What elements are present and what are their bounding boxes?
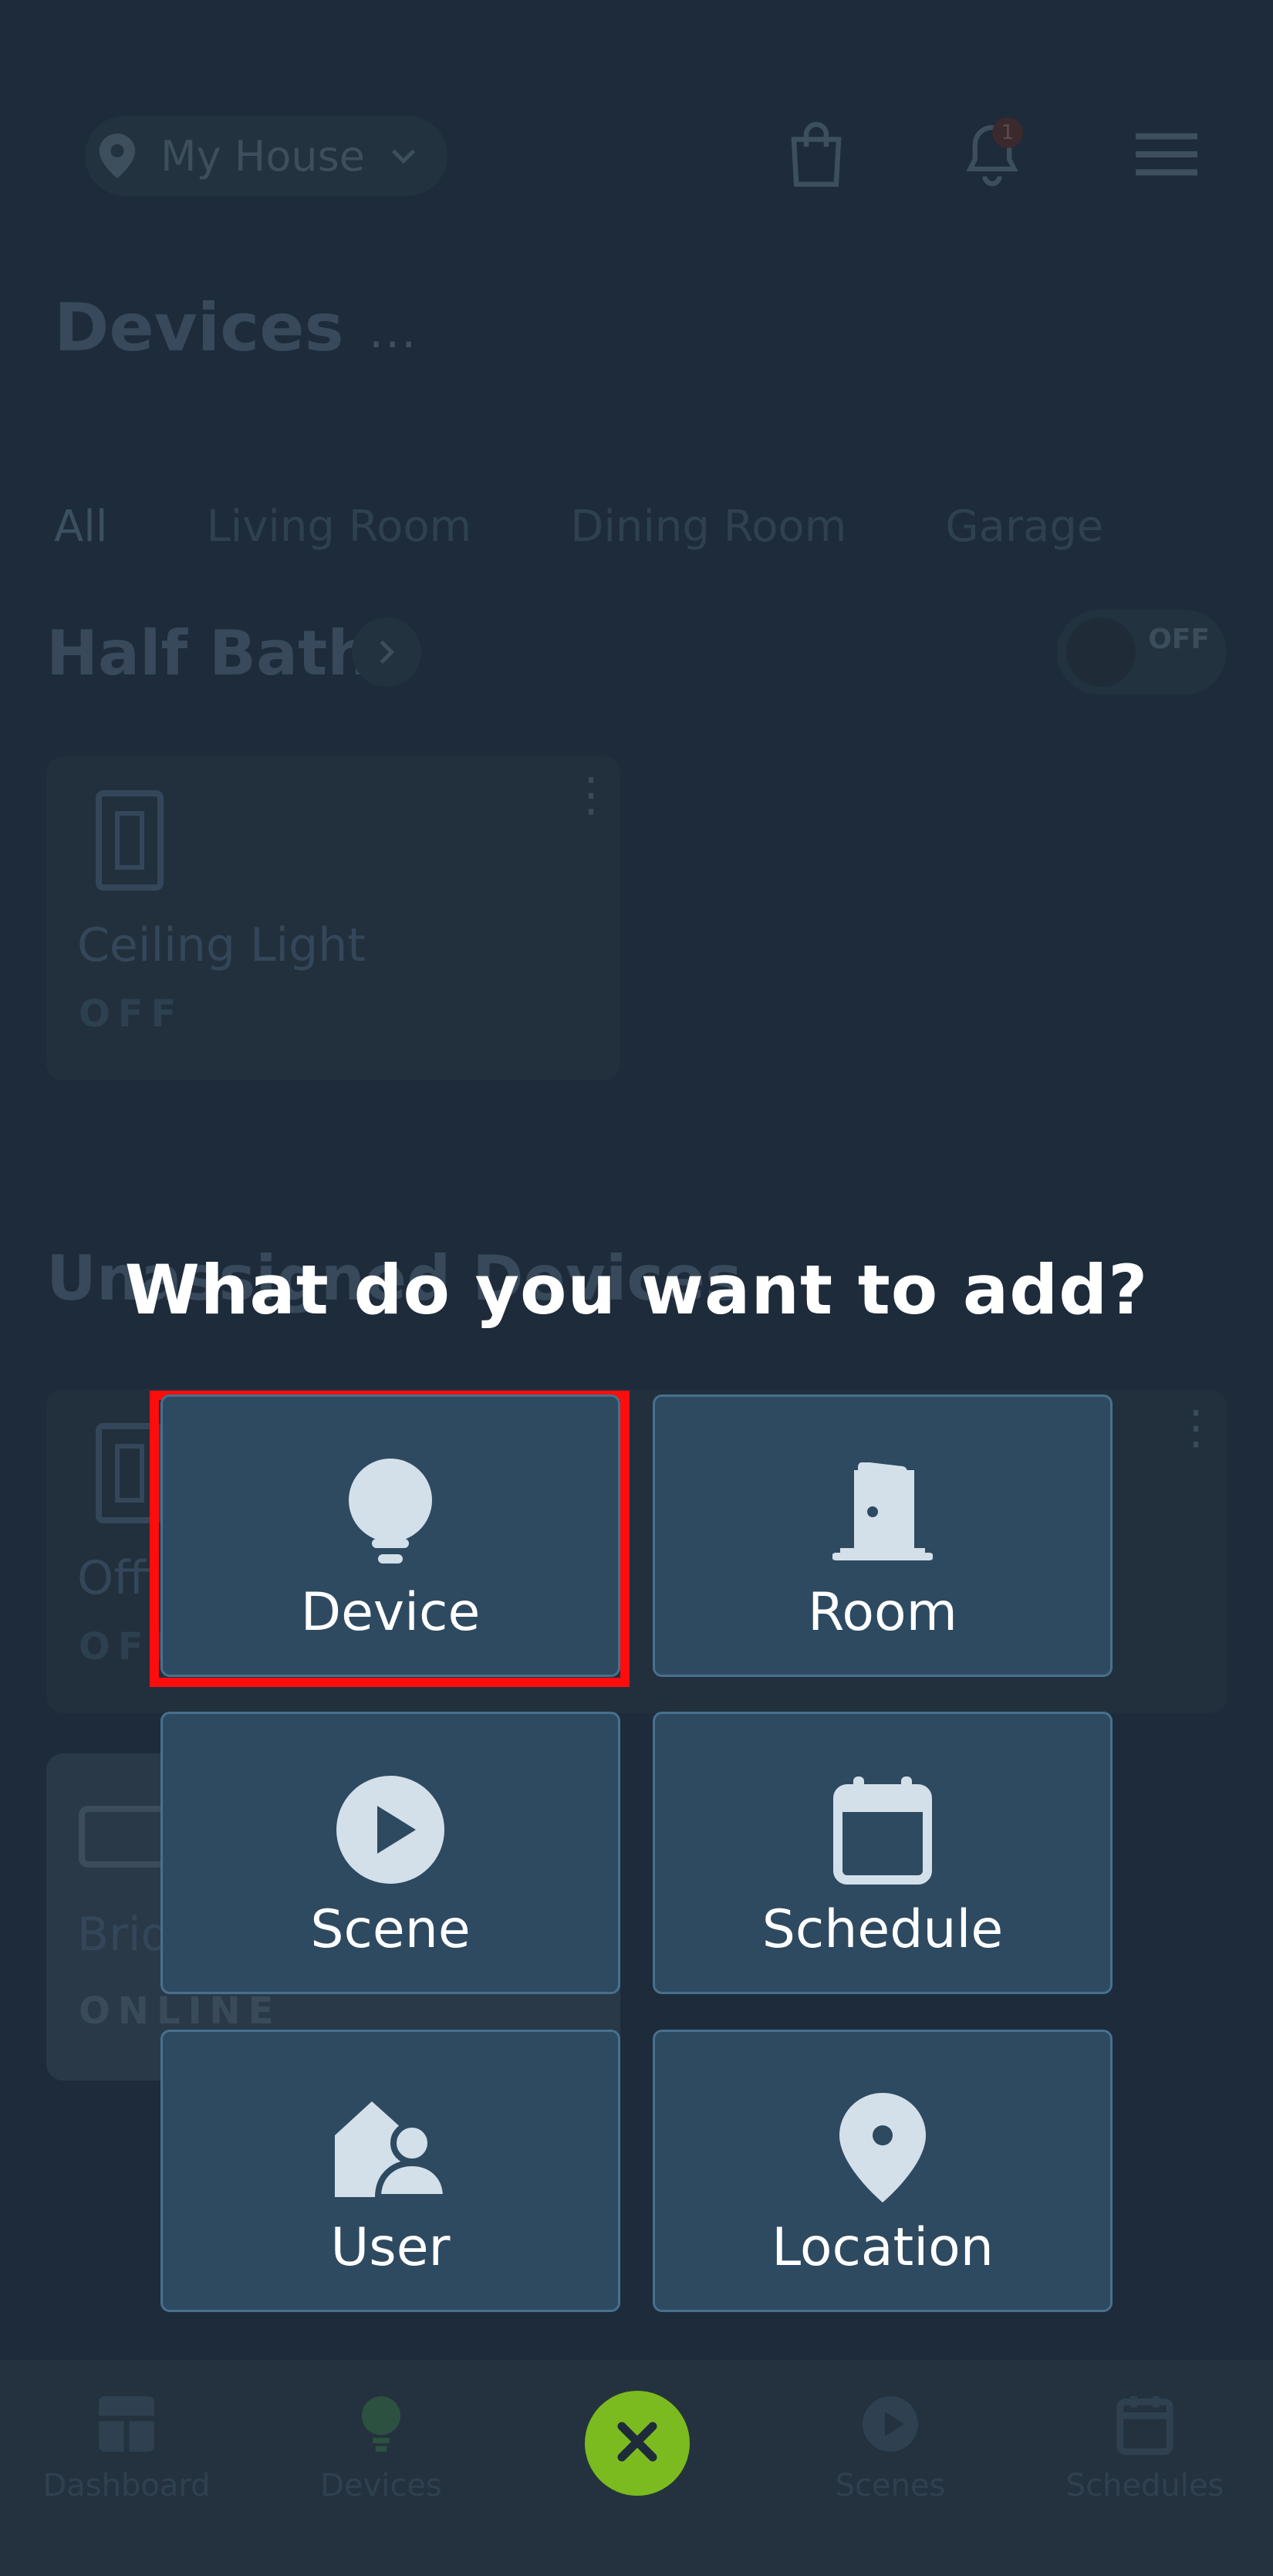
tile-label: Location (772, 2217, 994, 2278)
toggle-knob (1066, 617, 1136, 687)
nav-dashboard[interactable]: Dashboard (3, 2391, 250, 2503)
card-more-icon[interactable]: ⋮ (1173, 1405, 1219, 1451)
notifications-bell-icon[interactable]: 1 (954, 116, 1031, 193)
card-status: ONLINE (79, 1989, 282, 2033)
tab-living-room[interactable]: Living Room (206, 502, 471, 552)
menu-hamburger-icon[interactable] (1128, 116, 1205, 193)
tile-label: Scene (310, 1899, 471, 1960)
location-name: My House (160, 131, 365, 181)
calendar-icon (1112, 2391, 1178, 2457)
play-icon (329, 1768, 452, 1891)
card-more-icon[interactable]: ⋮ (568, 772, 614, 818)
close-add-menu-button[interactable] (585, 2391, 690, 2496)
add-location-button[interactable]: Location (653, 2030, 1113, 2312)
door-icon (821, 1451, 944, 1574)
tab-garage[interactable]: Garage (945, 502, 1103, 552)
calendar-icon (821, 1768, 944, 1891)
nav-label: Devices (320, 2468, 442, 2503)
add-device-button[interactable]: Device (160, 1394, 620, 1677)
tab-dining-room[interactable]: Dining Room (570, 502, 846, 552)
half-bath-toggle[interactable]: OFF (1057, 610, 1227, 695)
nav-devices[interactable]: Devices (258, 2391, 505, 2503)
nav-schedules[interactable]: Schedules (1021, 2391, 1268, 2503)
user-home-icon (329, 2086, 452, 2209)
tab-all[interactable]: All (54, 502, 107, 552)
nav-scenes[interactable]: Scenes (767, 2391, 1014, 2503)
play-icon (857, 2391, 924, 2457)
section-title-half-bath: Half Bath (46, 617, 372, 689)
nav-label: Scenes (835, 2468, 946, 2503)
nav-label: Dashboard (42, 2468, 211, 2503)
card-title: Ceiling Light (77, 918, 366, 972)
card-status: OFF (79, 992, 184, 1036)
add-room-button[interactable]: Room (653, 1394, 1113, 1677)
page-more-icon[interactable]: ... (369, 305, 423, 359)
room-tabs: All Living Room Dining Room Garage (54, 502, 1202, 552)
toggle-label: OFF (1148, 624, 1210, 655)
chevron-right-icon[interactable] (352, 617, 421, 687)
add-menu-title: What do you want to add? (124, 1250, 1149, 1330)
add-scene-button[interactable]: Scene (160, 1712, 620, 1994)
tile-label: Device (300, 1582, 481, 1643)
add-schedule-button[interactable]: Schedule (653, 1712, 1113, 1994)
tile-label: User (330, 2217, 451, 2278)
location-pin-icon (93, 131, 142, 181)
page-title: Devices (54, 289, 344, 367)
nav-label: Schedules (1065, 2468, 1224, 2503)
chevron-down-icon (388, 140, 419, 171)
notification-badge: 1 (992, 117, 1023, 148)
bulb-icon (348, 2391, 414, 2457)
location-selector[interactable]: My House (85, 116, 447, 196)
shop-bag-icon[interactable] (778, 116, 855, 193)
add-user-button[interactable]: User (160, 2030, 620, 2312)
bulb-icon (329, 1451, 452, 1574)
location-pin-icon (821, 2086, 944, 2209)
light-switch-icon (94, 789, 165, 895)
device-card-ceiling-light[interactable]: ⋮ Ceiling Light OFF (46, 756, 620, 1080)
tile-label: Schedule (761, 1899, 1004, 1960)
close-icon (614, 2419, 660, 2468)
dashboard-icon (93, 2391, 160, 2457)
tile-label: Room (808, 1582, 957, 1643)
